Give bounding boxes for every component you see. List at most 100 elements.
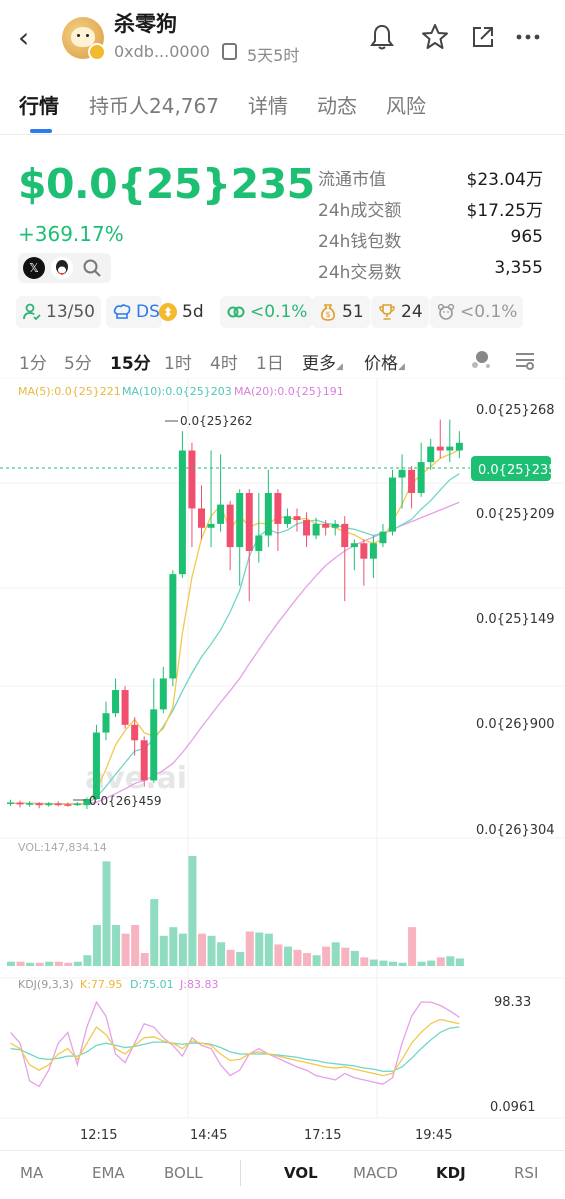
indicator-boll[interactable]: BOLL (164, 1164, 203, 1182)
tab-details[interactable]: 详情 (248, 90, 288, 119)
tab-holders[interactable]: 持币人24,767 (89, 90, 219, 119)
current-price: $0.0{25}235 (18, 160, 315, 208)
more-label: 更多 (302, 354, 336, 374)
stat-label: 24h成交额 (318, 201, 402, 221)
star-icon[interactable] (418, 22, 452, 56)
candle-body (274, 493, 282, 524)
volume-bar (398, 962, 407, 966)
price-mode-dropdown[interactable]: 价格◢ (364, 349, 405, 374)
kdj-lines (10, 1000, 460, 1088)
indicator-vol[interactable]: VOL (284, 1164, 318, 1182)
ma5-legend: MA(5):0.0{25}221 (18, 385, 121, 398)
kdj-min-label: 0.0961 (490, 1100, 536, 1115)
money-bag-icon: $ (318, 302, 338, 322)
kdj-k-legend: K:77.95 (80, 978, 122, 991)
chain-age-value: 5d (182, 302, 204, 322)
price-label: 价格 (364, 354, 398, 374)
token-address[interactable]: 0xdb...0000 (114, 42, 210, 61)
volume-bar (140, 953, 149, 966)
candle-body (398, 469, 406, 478)
interval-1d[interactable]: 1日 (256, 349, 284, 374)
copy-icon[interactable] (219, 43, 237, 64)
candle-body (121, 690, 129, 725)
tab-activity[interactable]: 动态 (317, 90, 357, 119)
volume-bar (417, 961, 426, 966)
more-icon[interactable] (511, 22, 545, 56)
indicator-ema[interactable]: EMA (92, 1164, 125, 1182)
candle-body (389, 477, 396, 532)
candle-body (140, 740, 148, 781)
stat-value: $17.25万 (466, 201, 543, 221)
low-marker-label: 0.0{26}459 (89, 794, 162, 808)
y-tick: 0.0{26}900 (476, 717, 555, 732)
dropdown-triangle-icon: ◢ (336, 362, 343, 372)
search-icon[interactable] (81, 257, 103, 279)
bell-icon[interactable] (365, 22, 399, 56)
token-name: 杀零狗 (114, 12, 177, 36)
volume-bar (322, 946, 331, 966)
tab-risk[interactable]: 风险 (386, 90, 426, 119)
volume-bar (169, 927, 178, 966)
dev-badge[interactable]: DS (106, 296, 162, 328)
volume-bar (45, 961, 54, 966)
x-twitter-icon[interactable]: 𝕏 (23, 257, 45, 279)
holders-badge[interactable]: 13/50 (16, 296, 101, 328)
interval-4h[interactable]: 4时 (210, 349, 238, 374)
price-change: +369.17% (18, 222, 124, 246)
candle-body (417, 462, 425, 493)
candle-body (159, 678, 167, 710)
volume-bar (446, 956, 455, 966)
candle-body (255, 535, 263, 551)
candle-body (312, 523, 320, 536)
volume-bar (26, 962, 35, 966)
candle-body (455, 442, 463, 451)
candle-body (16, 802, 24, 805)
tab-market[interactable]: 行情 (19, 90, 59, 119)
indicator-dots-icon[interactable] (468, 347, 494, 373)
volume-bar (283, 946, 292, 966)
indicator-rsi[interactable]: RSI (514, 1164, 538, 1182)
top-holders-badge[interactable]: <0.1% (220, 296, 314, 328)
ma20-line (10, 501, 460, 805)
candle-body (360, 543, 368, 559)
volume-bar (207, 935, 216, 966)
stat-value: $23.04万 (466, 170, 543, 190)
bundles-badge[interactable]: $ 51 (312, 296, 370, 328)
indicator-bar: MA EMA BOLL VOL MACD KDJ RSI (0, 1150, 565, 1199)
volume-bar (73, 961, 82, 966)
qq-icon[interactable] (51, 257, 73, 279)
indicator-kdj[interactable]: KDJ (436, 1164, 466, 1182)
trophy-icon (377, 302, 397, 322)
top-holders-value: <0.1% (250, 302, 308, 322)
candle-body (436, 446, 444, 451)
interval-1h[interactable]: 1时 (164, 349, 192, 374)
back-icon[interactable]: ‹ (18, 22, 46, 54)
y-tick: 0.0{25}268 (476, 403, 555, 418)
chart-settings-icon[interactable] (512, 347, 538, 373)
candle-body (379, 531, 387, 544)
interval-1m[interactable]: 1分 (19, 349, 47, 374)
volume-bar (312, 955, 321, 966)
more-intervals-dropdown[interactable]: 更多◢ (302, 349, 343, 374)
indicator-macd[interactable]: MACD (353, 1164, 398, 1182)
volume-bar (369, 959, 378, 966)
stat-label: 24h钱包数 (318, 232, 402, 252)
volume-bar (389, 961, 397, 966)
stat-wallets: 24h钱包数 965 (318, 227, 543, 258)
kdj-max-label: 98.33 (494, 995, 531, 1010)
indicator-ma[interactable]: MA (20, 1164, 43, 1182)
volume-bar (427, 960, 436, 966)
price-chart[interactable]: ave.ai MA(5):0.0{25}221 MA(10):0.0{25}20… (0, 378, 565, 1148)
snipers-badge[interactable]: 24 (371, 296, 429, 328)
volume-bar (360, 957, 369, 966)
kdj-legend: KDJ(9,3,3) (18, 978, 74, 991)
candle-body (446, 446, 454, 451)
interval-5m[interactable]: 5分 (64, 349, 92, 374)
interval-15m[interactable]: 15分 (110, 349, 151, 374)
candles (7, 419, 463, 810)
candle-body (283, 516, 291, 524)
insiders-badge[interactable]: <0.1% (430, 296, 524, 328)
chef-hat-icon (112, 302, 132, 322)
share-icon[interactable] (466, 22, 500, 56)
volume-bar (131, 925, 140, 966)
